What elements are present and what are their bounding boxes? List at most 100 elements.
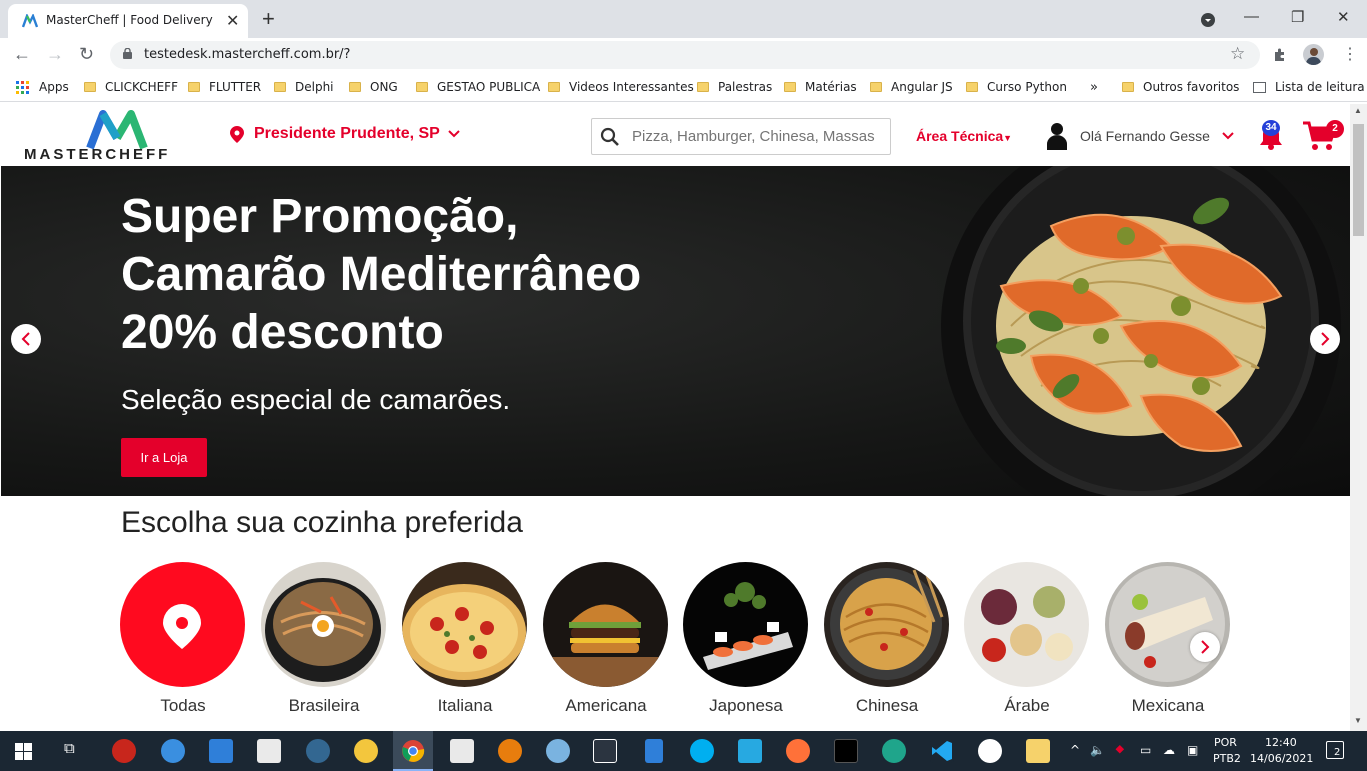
- paint-icon[interactable]: [546, 739, 570, 763]
- user-greeting[interactable]: Olá Fernando Gesse: [1080, 128, 1210, 144]
- address-bar[interactable]: testedesk.mastercheff.com.br/? ☆: [110, 41, 1260, 69]
- phone-icon[interactable]: [645, 739, 663, 763]
- cuisine-item-mexicana[interactable]: Mexicana: [1105, 562, 1231, 715]
- edge-icon[interactable]: [882, 739, 906, 763]
- firefox-icon[interactable]: [786, 739, 810, 763]
- security-icon[interactable]: ⯁: [1115, 743, 1125, 758]
- tray-overflow-icon[interactable]: ^: [1070, 743, 1080, 757]
- reload-icon[interactable]: ↻: [79, 44, 94, 65]
- bookmark-folder[interactable]: Matérias: [784, 80, 857, 94]
- back-icon[interactable]: ←: [13, 44, 31, 65]
- site-header: MASTERCHEFF Presidente Prudente, SP Área…: [0, 104, 1350, 166]
- store-icon[interactable]: [257, 739, 281, 763]
- cuisine-item-brasileira[interactable]: Brasileira: [261, 562, 387, 715]
- profile-avatar[interactable]: [1303, 44, 1324, 65]
- editor-icon[interactable]: [450, 739, 474, 763]
- bookmarks-overflow-button[interactable]: »: [1090, 80, 1098, 95]
- cuisine-item-italiana[interactable]: Italiana: [402, 562, 528, 715]
- file-explorer-icon[interactable]: [1026, 739, 1050, 763]
- mastercheff-app-icon[interactable]: [738, 739, 762, 763]
- minimize-icon[interactable]: —: [1244, 8, 1259, 25]
- bookmark-folder[interactable]: GESTAO PUBLICA: [416, 80, 540, 94]
- bookmark-apps[interactable]: Apps: [16, 80, 69, 94]
- hero-title-line: Camarão Mediterrâneo: [121, 248, 642, 301]
- close-window-icon[interactable]: ✕: [1337, 8, 1350, 26]
- clock-time[interactable]: 12:40: [1265, 736, 1297, 749]
- cloud-icon[interactable]: ☁: [1163, 743, 1175, 757]
- bookmark-folder[interactable]: Palestras: [697, 80, 772, 94]
- forward-icon[interactable]: →: [46, 44, 64, 65]
- keyboard-layout-indicator[interactable]: PTB2: [1213, 752, 1241, 765]
- bookmark-label: Apps: [39, 80, 69, 94]
- bookmark-label: CLICKCHEFF: [105, 80, 178, 94]
- task-view-icon[interactable]: ⧉: [64, 740, 75, 757]
- page-scrollbar[interactable]: ▲ ▼: [1350, 104, 1367, 731]
- bookmark-folder[interactable]: Videos Interessantes: [548, 80, 694, 94]
- cuisine-label: Brasileira: [288, 696, 360, 715]
- notification-count-badge: 34: [1262, 120, 1280, 136]
- carousel-prev-button[interactable]: [11, 324, 41, 354]
- blender-icon[interactable]: [498, 739, 522, 763]
- skype-icon[interactable]: [690, 739, 714, 763]
- postgresql-icon[interactable]: [306, 739, 330, 763]
- scrollbar-thumb[interactable]: [1353, 124, 1364, 236]
- carousel-next-button[interactable]: [1310, 324, 1340, 354]
- language-indicator[interactable]: POR: [1214, 736, 1237, 749]
- brazilian-dish-image: [261, 562, 386, 687]
- search-box[interactable]: [591, 118, 891, 155]
- technical-area-menu[interactable]: Área Técnica▼: [916, 128, 1012, 144]
- tab-close-icon[interactable]: ✕: [226, 11, 239, 31]
- location-selector[interactable]: Presidente Prudente, SP: [230, 125, 460, 143]
- action-center-icon[interactable]: 2: [1326, 741, 1344, 759]
- chrome-menu-icon[interactable]: ⋮: [1342, 44, 1358, 64]
- mail-icon[interactable]: [209, 739, 233, 763]
- python-icon[interactable]: [354, 739, 378, 763]
- cuisine-next-button[interactable]: [1190, 632, 1220, 662]
- search-input[interactable]: [632, 128, 882, 145]
- bookmark-folder[interactable]: Angular JS: [870, 80, 953, 94]
- scroll-up-icon[interactable]: ▲: [1354, 106, 1362, 115]
- user-menu-chevron-icon[interactable]: [1222, 132, 1234, 140]
- browser-tab-strip: MasterCheff | Food Delivery ✕ + — ❐ ✕: [0, 0, 1367, 38]
- chrome-taskbar-button[interactable]: [393, 731, 433, 771]
- cuisine-item-todas[interactable]: Todas: [120, 562, 246, 715]
- reading-list-button[interactable]: Lista de leitura: [1253, 80, 1365, 94]
- cuisine-item-japonesa[interactable]: Japonesa: [683, 562, 809, 715]
- bookmark-star-icon[interactable]: ☆: [1230, 44, 1245, 64]
- user-icon[interactable]: [1046, 122, 1068, 150]
- restore-icon[interactable]: ❐: [1291, 8, 1304, 26]
- cuisine-item-americana[interactable]: Americana: [543, 562, 669, 715]
- terminal-icon[interactable]: [834, 739, 858, 763]
- bookmark-folder[interactable]: CLICKCHEFF: [84, 80, 178, 94]
- app-icon[interactable]: [161, 739, 185, 763]
- mastercheff-logo-icon[interactable]: [86, 110, 148, 150]
- extensions-icon[interactable]: [1272, 47, 1288, 63]
- bookmark-label: Curso Python: [987, 80, 1067, 94]
- battery-icon[interactable]: ▭: [1140, 743, 1151, 757]
- volume-icon[interactable]: 🔈: [1090, 743, 1105, 757]
- scroll-down-icon[interactable]: ▼: [1354, 716, 1362, 725]
- folder-icon: [349, 82, 361, 92]
- bookmark-folder[interactable]: ONG: [349, 80, 398, 94]
- app-circle-icon[interactable]: [978, 739, 1002, 763]
- new-tab-icon[interactable]: +: [262, 6, 275, 32]
- windows-start-icon[interactable]: [15, 743, 32, 760]
- devexpress-icon[interactable]: [112, 739, 136, 763]
- bookmark-label: Delphi: [295, 80, 334, 94]
- clock-date[interactable]: 14/06/2021: [1250, 752, 1313, 765]
- bookmark-other-favorites[interactable]: Outros favoritos: [1122, 80, 1239, 94]
- audio-editor-icon[interactable]: [593, 739, 617, 763]
- bookmark-label: Angular JS: [891, 80, 953, 94]
- network-icon[interactable]: ▣: [1187, 743, 1198, 757]
- go-to-store-button[interactable]: Ir a Loja: [121, 438, 207, 477]
- bookmark-folder[interactable]: Delphi: [274, 80, 334, 94]
- cuisine-item-chinesa[interactable]: Chinesa: [824, 562, 950, 715]
- cuisine-heading: Escolha sua cozinha preferida: [121, 506, 523, 539]
- profile-menu-icon[interactable]: [1200, 12, 1216, 28]
- cuisine-label: Chinesa: [855, 696, 919, 715]
- bookmark-folder[interactable]: Curso Python: [966, 80, 1067, 94]
- cuisine-item-arabe[interactable]: Árabe: [964, 562, 1090, 715]
- bookmark-folder[interactable]: FLUTTER: [188, 80, 261, 94]
- vscode-icon[interactable]: [930, 739, 954, 763]
- browser-tab[interactable]: MasterCheff | Food Delivery ✕: [8, 4, 248, 38]
